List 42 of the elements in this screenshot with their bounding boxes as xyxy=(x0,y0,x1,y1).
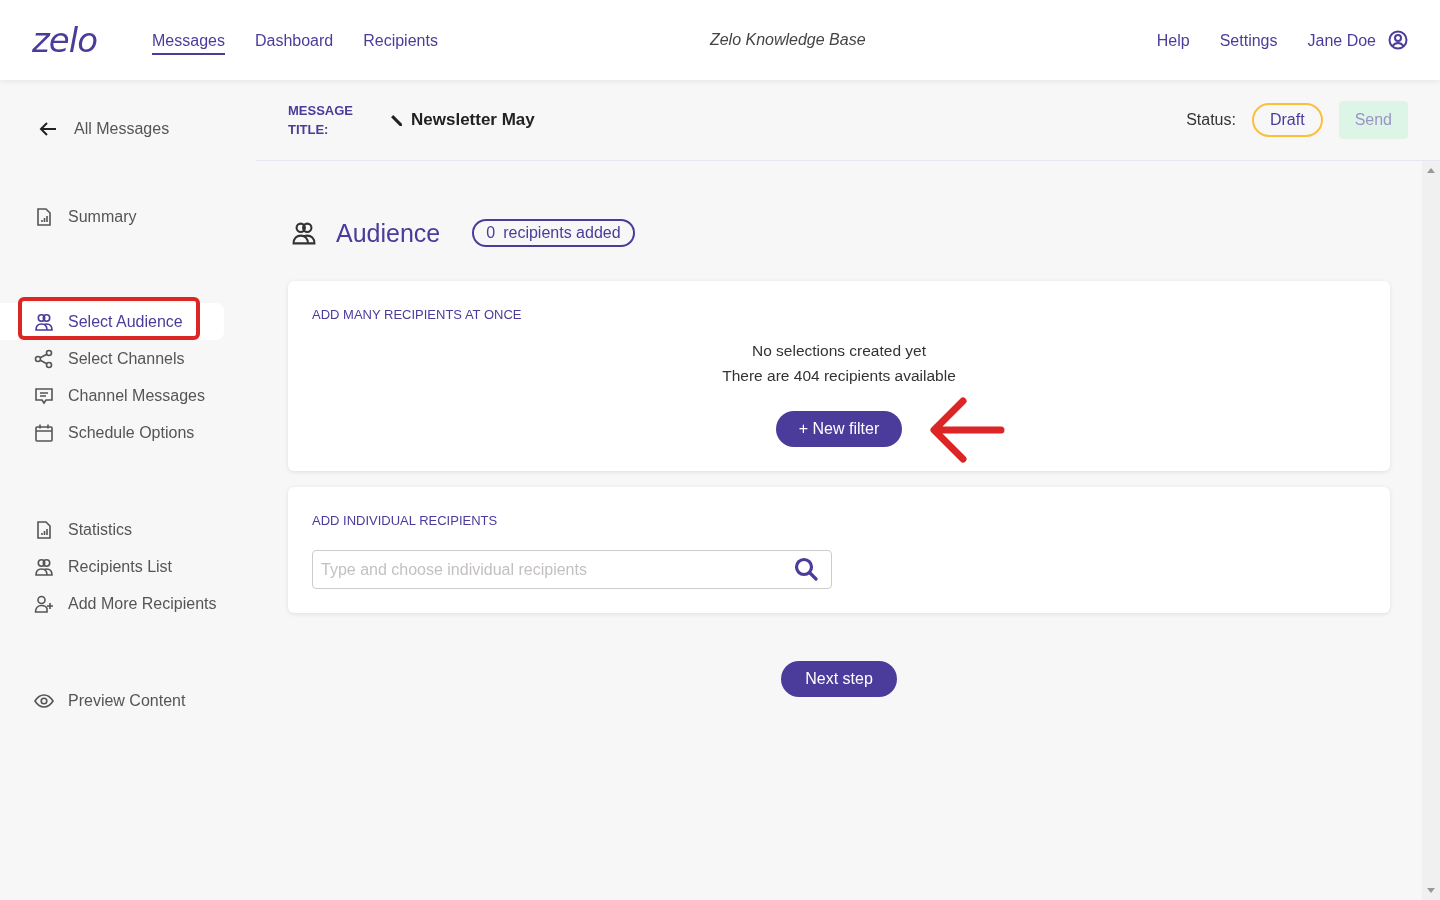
next-step-button[interactable]: Next step xyxy=(781,661,897,697)
sidebar-item[interactable]: Schedule Options xyxy=(0,414,256,451)
chat-icon xyxy=(34,385,54,406)
sidebar-item[interactable]: Channel Messages xyxy=(0,377,256,414)
recipients-count-badge: 0 recipients added xyxy=(472,219,635,247)
share-icon xyxy=(34,348,54,369)
card-heading: ADD INDIVIDUAL RECIPIENTS xyxy=(312,513,499,528)
sidebar-item[interactable]: Summary xyxy=(0,198,256,235)
message-title-label: MESSAGE TITLE: xyxy=(288,102,354,139)
nav-link[interactable]: Messages xyxy=(152,25,225,55)
add-user-icon xyxy=(34,593,54,614)
user-name[interactable]: Jane Doe xyxy=(1307,25,1376,55)
message-title: Newsletter May xyxy=(411,110,535,130)
nav-link[interactable]: Recipients xyxy=(363,25,438,55)
people-icon xyxy=(291,220,317,246)
status-badge: Draft xyxy=(1251,103,1323,137)
sidebar-item[interactable]: Add More Recipients xyxy=(0,585,256,622)
card-heading: ADD MANY RECIPIENTS AT ONCE xyxy=(312,307,523,322)
info-text: There are 404 recipients available xyxy=(721,366,957,386)
sidebar-item[interactable]: Statistics xyxy=(0,511,256,548)
logo[interactable]: zelo xyxy=(32,23,120,57)
back-link[interactable]: All Messages xyxy=(0,118,256,140)
knowledge-base-link[interactable]: Zelo Knowledge Base xyxy=(709,31,866,49)
people-icon xyxy=(34,311,54,332)
nav-link[interactable]: Settings xyxy=(1219,25,1278,55)
sidebar-item[interactable]: Select Channels xyxy=(0,340,256,377)
user-icon[interactable] xyxy=(1388,30,1408,50)
sidebar-item[interactable]: Recipients List xyxy=(0,548,256,585)
status-label: Status: xyxy=(1186,111,1236,129)
search-icon[interactable] xyxy=(794,557,818,581)
calendar-icon xyxy=(34,422,54,443)
info-text: No selections created yet xyxy=(750,341,927,361)
sidebar-item[interactable]: Preview Content xyxy=(0,682,256,719)
nav-link[interactable]: Dashboard xyxy=(254,25,334,55)
new-filter-button[interactable]: + New filter xyxy=(775,411,903,447)
search-field[interactable]: Type and choose individual recipients xyxy=(312,550,832,589)
report-icon xyxy=(34,519,54,540)
nav-link[interactable]: Help xyxy=(1156,25,1190,55)
pencil-icon[interactable] xyxy=(390,113,403,127)
report-icon xyxy=(34,206,54,227)
people-icon xyxy=(34,556,54,577)
section-title: Audience xyxy=(336,218,441,248)
